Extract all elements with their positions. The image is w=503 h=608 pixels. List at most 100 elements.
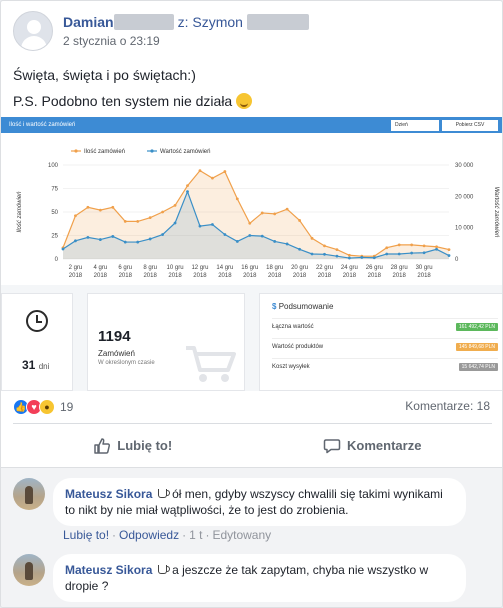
author-avatar[interactable] [13,11,53,51]
coffee-cup-icon [157,489,170,498]
summary-title: $ Podsumowanie [272,302,334,311]
data-point [211,176,214,180]
data-point [223,170,227,173]
data-point [235,240,239,243]
comments-section: Mateusz Sikora ół men, gdyby wszyscy chw… [1,467,502,607]
orders-sublabel: W określonym czasie [98,360,155,366]
data-point [298,219,301,222]
data-point [248,221,252,225]
days-value: 31 [22,358,36,372]
data-point [111,235,115,238]
data-point [211,223,214,226]
x-tick-label: 4 gru [94,265,108,271]
post-actions: Lubię to! Komentarze [13,423,492,467]
recipient-name[interactable]: z: Szymon [178,14,243,30]
commenter-avatar[interactable] [13,554,45,586]
comment-actions: Lubię to! · Odpowiedz · 1 t · Edytowany [63,528,272,542]
data-point [435,245,438,249]
data-point [347,253,351,257]
data-point [410,243,414,247]
comment: Mateusz Sikora ół men, gdyby wszyscy chw… [13,478,466,526]
dollar-icon: $ [272,302,277,311]
grinning-emoji-icon [236,93,253,109]
orders-total: 1194 [98,328,131,345]
commenter-avatar[interactable] [13,478,45,510]
like-button-label: Lubię to! [117,438,173,453]
data-point [74,214,77,218]
data-point [186,184,189,188]
comment-like-link[interactable]: Lubię to! [63,528,109,542]
comments-count[interactable]: Komentarze: 18 [405,399,490,413]
data-point [98,208,102,212]
shopping-cart-icon [186,346,236,382]
redacted-surname [113,14,174,30]
legend-marker [150,149,154,153]
y-left-tick-label: 100 [48,163,59,169]
days-unit: dni [38,362,50,371]
dashboard-title: Ilość i wartość zamówień [9,122,76,128]
clock-icon [26,310,48,332]
y-left-tick-label: 25 [51,234,58,240]
x-tick-label: 12 gru [191,265,208,271]
commenter-name[interactable]: Mateusz Sikora [65,563,152,577]
x-tick-year-label: 2018 [343,273,357,279]
x-tick-year-label: 2018 [168,273,182,279]
data-point [223,233,227,236]
x-tick-year-label: 2018 [243,273,257,279]
y-left-tick-label: 0 [55,257,59,263]
x-tick-year-label: 2018 [293,273,307,279]
comment-bubble-icon [323,438,341,453]
data-point [123,240,127,244]
data-point [397,252,401,256]
legend-marker [74,149,78,153]
comment-reply-link[interactable]: Odpowiedz [119,528,179,542]
author-name[interactable]: Damian [63,14,114,30]
data-point [198,169,202,173]
x-tick-label: 26 gru [366,265,383,271]
data-point [86,235,90,239]
data-point [136,220,140,223]
x-tick-label: 18 gru [266,265,283,271]
reactions-summary[interactable]: 👍 ♥ ● 19 [13,399,73,415]
coffee-cup-icon [157,565,170,574]
post-timestamp[interactable]: 2 stycznia o 23:19 [63,34,309,48]
thumbs-up-icon [94,437,111,454]
data-point [335,248,339,251]
period-select: Dzień [391,119,439,131]
summary-row: Koszt wysyłek 15 642,74 PLN [272,358,498,374]
x-tick-label: 28 gru [391,265,408,271]
x-tick-year-label: 2018 [218,273,232,279]
data-point [422,244,426,248]
post-header: Damian z: Szymon 2 stycznia o 23:19 [13,11,309,57]
attached-screenshot[interactable]: Ilość i wartość zamówień Dzień Pobierz C… [1,117,502,391]
commenter-name[interactable]: Mateusz Sikora [65,487,152,501]
x-tick-label: 16 gru [241,265,258,271]
data-point [186,190,189,194]
y-left-axis-label: Ilość zamówień [17,191,23,233]
data-point [173,221,177,225]
legend-label: Ilość zamówień [84,149,125,155]
data-point [410,251,414,255]
data-point [111,205,115,209]
summary-row: Wartość produktów 145 849,68 PLN [272,338,498,354]
x-tick-year-label: 2018 [268,273,282,279]
post-meta: Damian z: Szymon 2 stycznia o 23:19 [63,14,309,57]
stats-cards: 31 dni 1194 Zamówień W określonym czasie… [1,293,502,391]
data-point [260,211,264,215]
x-tick-year-label: 2018 [318,273,332,279]
comment-button[interactable]: Komentarze [253,424,493,467]
data-point [447,254,451,257]
x-tick-year-label: 2018 [143,273,157,279]
x-tick-label: 24 gru [341,265,358,271]
comment-edited: Edytowany [212,528,272,542]
summary-row-label: Wartość produktów [272,343,324,350]
redacted-recipient-surname [246,14,309,30]
summary-row-value: 145 849,68 PLN [455,342,498,351]
data-point [173,204,177,207]
data-point [385,246,389,250]
comment-time[interactable]: 1 t [189,528,202,542]
x-tick-label: 8 gru [143,265,157,271]
comment-bubble: Mateusz Sikora ół men, gdyby wszyscy chw… [53,478,466,526]
like-button[interactable]: Lubię to! [13,424,253,467]
download-csv-button: Pobierz CSV [442,119,498,131]
